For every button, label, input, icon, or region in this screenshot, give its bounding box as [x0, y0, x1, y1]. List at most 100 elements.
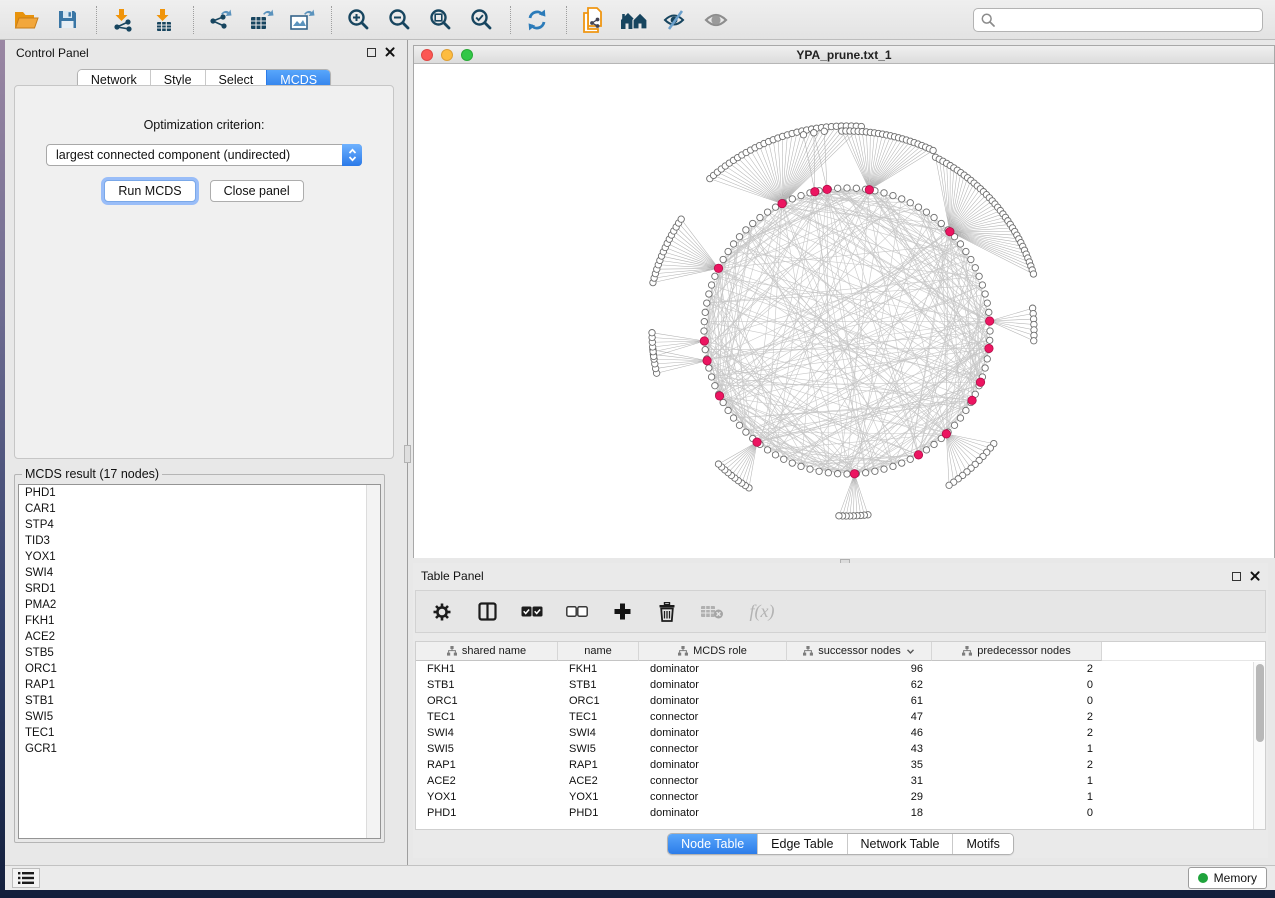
scrollbar-thumb[interactable]	[1256, 664, 1264, 742]
mcds-result-item[interactable]: TEC1	[19, 725, 380, 741]
table-cell: ACE2	[558, 775, 639, 787]
column-header-name[interactable]: name	[558, 642, 639, 661]
table-cell: 61	[787, 695, 932, 707]
table-row[interactable]: PHD1PHD1dominator180	[416, 805, 1265, 821]
show-graphics-details-icon[interactable]	[700, 5, 732, 35]
list-scrollbar[interactable]	[366, 485, 380, 838]
float-panel-icon[interactable]	[367, 48, 376, 57]
network-area: YPA_prune.txt_1 Table Panel	[413, 40, 1275, 865]
table-cell: connector	[639, 775, 787, 787]
table-row[interactable]: STB1STB1dominator620	[416, 677, 1265, 693]
open-file-icon[interactable]	[10, 5, 42, 35]
mcds-result-item[interactable]: STB5	[19, 645, 380, 661]
table-row[interactable]: SWI4SWI4dominator462	[416, 725, 1265, 741]
table-scrollbar[interactable]	[1253, 662, 1265, 829]
mcds-result-item[interactable]: RAP1	[19, 677, 380, 693]
mcds-result-item[interactable]: SWI4	[19, 565, 380, 581]
table-row[interactable]: TEC1TEC1connector472	[416, 709, 1265, 725]
zoom-fit-icon[interactable]	[424, 5, 456, 35]
export-network-icon[interactable]	[204, 5, 236, 35]
tab-network-table[interactable]: Network Table	[847, 834, 953, 854]
run-mcds-button[interactable]: Run MCDS	[104, 180, 195, 202]
tab-edge-table[interactable]: Edge Table	[757, 834, 846, 854]
zoom-out-icon[interactable]	[383, 5, 415, 35]
refresh-layout-icon[interactable]	[521, 5, 553, 35]
table-row[interactable]: YOX1YOX1connector291	[416, 789, 1265, 805]
table-row[interactable]: RAP1RAP1dominator352	[416, 757, 1265, 773]
table-row[interactable]: ACE2ACE2connector311	[416, 773, 1265, 789]
table-cell: PHD1	[558, 807, 639, 819]
search-field[interactable]	[973, 8, 1263, 32]
zoom-in-icon[interactable]	[342, 5, 374, 35]
column-header-successor-nodes[interactable]: successor nodes	[787, 642, 932, 661]
close-panel-button[interactable]: Close panel	[210, 180, 304, 202]
task-history-button[interactable]	[12, 868, 40, 888]
network-canvas[interactable]	[414, 64, 1274, 558]
table-cell: FKH1	[416, 663, 558, 675]
mcds-panel: Optimization criterion: largest connecte…	[14, 85, 394, 459]
mcds-result-item[interactable]: STP4	[19, 517, 380, 533]
function-builder-icon[interactable]: f(x)	[745, 600, 779, 624]
mcds-result-list[interactable]: PHD1CAR1STP4TID3YOX1SWI4SRD1PMA2FKH1ACE2…	[18, 484, 381, 839]
maximize-window-icon[interactable]	[461, 49, 473, 61]
select-all-icon[interactable]	[520, 600, 544, 624]
control-panel: Control Panel NetworkStyleSelectMCDS Opt…	[5, 40, 403, 865]
criterion-dropdown[interactable]: largest connected component (undirected)	[46, 144, 362, 166]
delete-row-icon[interactable]	[655, 600, 679, 624]
splitter-grip[interactable]	[404, 445, 411, 463]
memory-label: Memory	[1214, 871, 1257, 885]
table-settings-icon[interactable]	[430, 600, 454, 624]
hide-graphics-details-icon[interactable]	[659, 5, 691, 35]
table-cell: SWI4	[416, 727, 558, 739]
add-row-icon[interactable]	[610, 600, 634, 624]
show-columns-icon[interactable]	[475, 600, 499, 624]
column-header-MCDS-role[interactable]: MCDS role	[639, 642, 787, 661]
mcds-result-item[interactable]: PHD1	[19, 485, 380, 501]
table-row[interactable]: ORC1ORC1dominator610	[416, 693, 1265, 709]
share-document-icon[interactable]	[577, 5, 609, 35]
tab-motifs[interactable]: Motifs	[952, 834, 1012, 854]
mcds-result-item[interactable]: SWI5	[19, 709, 380, 725]
search-input[interactable]	[1000, 13, 1262, 27]
import-network-icon[interactable]	[107, 5, 139, 35]
tab-node-table[interactable]: Node Table	[668, 834, 757, 854]
mcds-result-item[interactable]: TID3	[19, 533, 380, 549]
mcds-result-item[interactable]: YOX1	[19, 549, 380, 565]
table-cell: connector	[639, 743, 787, 755]
export-table-icon[interactable]	[245, 5, 277, 35]
mcds-result-item[interactable]: ACE2	[19, 629, 380, 645]
zoom-selected-icon[interactable]	[465, 5, 497, 35]
float-table-panel-icon[interactable]	[1232, 572, 1241, 581]
node-table: shared namenameMCDS rolesuccessor nodesp…	[415, 641, 1266, 830]
memory-button[interactable]: Memory	[1188, 867, 1267, 889]
table-cell: dominator	[639, 679, 787, 691]
close-table-panel-icon[interactable]	[1250, 571, 1260, 581]
mcds-result-item[interactable]: ORC1	[19, 661, 380, 677]
mcds-result-item[interactable]: STB1	[19, 693, 380, 709]
table-row[interactable]: FKH1FKH1dominator962	[416, 661, 1265, 677]
table-cell: 0	[932, 679, 1102, 691]
control-panel-title: Control Panel	[16, 46, 89, 60]
mcds-result-item[interactable]: FKH1	[19, 613, 380, 629]
close-panel-icon[interactable]	[385, 47, 395, 57]
network-window-titlebar[interactable]: YPA_prune.txt_1	[414, 46, 1274, 64]
close-window-icon[interactable]	[421, 49, 433, 61]
mcds-result-item[interactable]: GCR1	[19, 741, 380, 757]
mcds-result-item[interactable]: CAR1	[19, 501, 380, 517]
column-header-predecessor-nodes[interactable]: predecessor nodes	[932, 642, 1102, 661]
delete-table-icon[interactable]	[700, 600, 724, 624]
save-session-icon[interactable]	[51, 5, 83, 35]
table-row[interactable]: SWI5SWI5connector431	[416, 741, 1265, 757]
mcds-result-item[interactable]: SRD1	[19, 581, 380, 597]
table-body: FKH1FKH1dominator962STB1STB1dominator620…	[416, 661, 1265, 821]
import-table-icon[interactable]	[148, 5, 180, 35]
first-neighbors-icon[interactable]	[618, 5, 650, 35]
table-cell: 29	[787, 791, 932, 803]
vertical-splitter[interactable]	[403, 40, 413, 865]
column-header-shared-name[interactable]: shared name	[416, 642, 558, 661]
export-image-icon[interactable]	[286, 5, 318, 35]
table-cell: RAP1	[558, 759, 639, 771]
minimize-window-icon[interactable]	[441, 49, 453, 61]
deselect-all-icon[interactable]	[565, 600, 589, 624]
mcds-result-item[interactable]: PMA2	[19, 597, 380, 613]
